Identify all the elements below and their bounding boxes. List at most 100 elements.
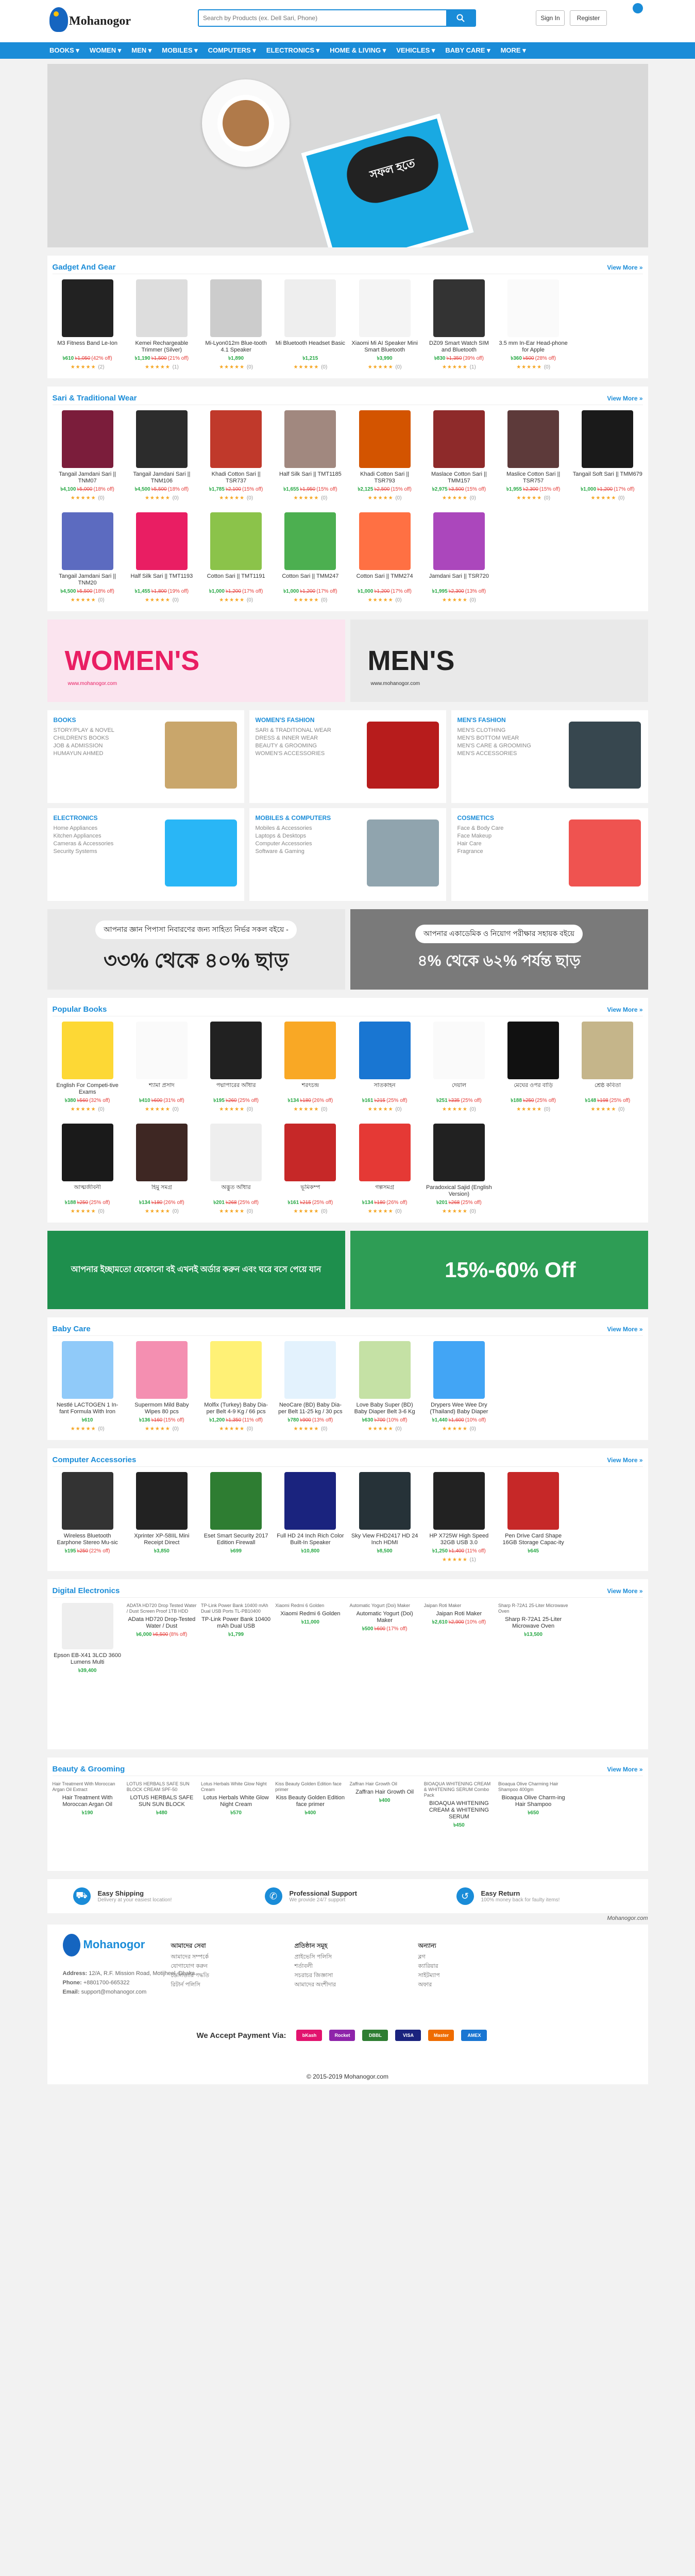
- footer-link[interactable]: যোগাযোগ করুন: [171, 1962, 209, 1971]
- product-image[interactable]: [61, 410, 113, 468]
- product-card[interactable]: BIOAQUA WHITENING CREAM & WHITENING SERU…: [424, 1781, 494, 1828]
- product-card[interactable]: ADATA HD720 Drop Tested Water / Dust Scr…: [127, 1603, 197, 1639]
- product-card[interactable]: Maslice Cotton Sari || TSR757 ৳1,955 ৳2,30…: [498, 410, 568, 502]
- product-card[interactable]: NeoCare (BD) Baby Dia-per Belt 11-25 kg …: [275, 1341, 345, 1433]
- product-image[interactable]: [135, 1341, 188, 1399]
- product-card[interactable]: Epson EB-X41 3LCD 3600 Lumens Multi ৳39,4…: [53, 1603, 123, 1674]
- product-title[interactable]: Eset Smart Security 2017 Edition Firewal…: [201, 1533, 271, 1546]
- product-title[interactable]: Xprinter XP-58IIL Mini Receipt Direct: [127, 1533, 197, 1546]
- product-title[interactable]: Mi-Lyon012m Blue-tooth 4.1 Speaker: [201, 340, 271, 354]
- nav-item[interactable]: MEN ▾: [131, 46, 151, 55]
- product-card[interactable]: Mi-Lyon012m Blue-tooth 4.1 Speaker ৳1,890…: [201, 279, 271, 371]
- gadget-discount-ad[interactable]: 15%-60% Off: [350, 1231, 648, 1309]
- product-title[interactable]: Full HD 24 Inch Rich Color Built-In Spea…: [275, 1533, 345, 1546]
- product-card[interactable]: Drypers Wee Wee Dry (Thailand) Baby Diap…: [424, 1341, 494, 1433]
- product-card[interactable]: 3.5 mm In-Ear Head-phone for Apple ৳360 ৳5…: [498, 279, 568, 371]
- product-title[interactable]: আত্মজীবনী: [53, 1184, 123, 1198]
- search-input[interactable]: [199, 10, 441, 26]
- product-title[interactable]: শ্রেষ্ঠ কবিতা: [572, 1082, 642, 1096]
- product-image[interactable]: [507, 279, 560, 337]
- category-card[interactable]: BOOKS STORY/PLAY & NOVEL CHILDREN'S BOOKS J…: [47, 710, 244, 803]
- product-card[interactable]: Nestlé LACTOGEN 1 In-fant Formula With I…: [53, 1341, 123, 1433]
- product-title[interactable]: পদ্মাপারের আঁধার: [201, 1082, 271, 1096]
- product-image[interactable]: [210, 1341, 262, 1399]
- footer-link[interactable]: আমাদের সম্পর্কে: [171, 1952, 209, 1962]
- product-title[interactable]: Pen Drive Card Shape 16GB Storage Capac-…: [498, 1533, 568, 1546]
- product-card[interactable]: Sharp R-72A1 25-Liter Microwave Oven Shar…: [498, 1603, 568, 1639]
- product-image[interactable]: [284, 512, 336, 570]
- product-card[interactable]: Mi Bluetooth Headset Basic ৳1,215 ★★★★★ (0…: [275, 279, 345, 371]
- product-title[interactable]: TP-Link Power Bank 10400 mAh Dual USB: [201, 1616, 271, 1630]
- product-card[interactable]: শ্যামা প্রসাদ ৳410 ৳600 (31% off) ★★★★★ (0): [127, 1022, 197, 1113]
- product-title[interactable]: Maslice Cotton Sari || TSR757: [498, 471, 568, 484]
- product-image[interactable]: [210, 512, 262, 570]
- product-image[interactable]: [210, 1022, 262, 1079]
- product-title[interactable]: Cotton Sari || TMM247: [275, 573, 345, 587]
- academic-promo-banner[interactable]: আপনার একাডেমিক ও নিয়োগ পরীক্ষার সহায়ক …: [350, 909, 648, 990]
- footer-link[interactable]: প্রাইভেসি পলিসি: [295, 1952, 336, 1962]
- register-button[interactable]: Register: [570, 10, 607, 26]
- category-card[interactable]: MEN'S FASHION MEN'S CLOTHING MEN'S BOTTOM …: [451, 710, 648, 803]
- product-card[interactable]: TP-Link Power Bank 10400 mAh Dual USB Po…: [201, 1603, 271, 1639]
- product-image[interactable]: [135, 279, 188, 337]
- product-image[interactable]: [433, 279, 485, 337]
- product-image[interactable]: [135, 1022, 188, 1079]
- product-card[interactable]: Zaffran Hair Growth Oil Zaffran Hair Grow…: [350, 1781, 420, 1817]
- product-image[interactable]: [135, 410, 188, 468]
- category-card[interactable]: MOBILES & COMPUTERS Mobiles & Accessories…: [249, 808, 446, 901]
- product-image[interactable]: [61, 1341, 113, 1399]
- product-card[interactable]: Full HD 24 Inch Rich Color Built-In Spea…: [275, 1472, 345, 1564]
- product-title[interactable]: Kemei Rechargeable Trimmer (Silver): [127, 340, 197, 354]
- view-more-link[interactable]: View More »: [607, 1326, 642, 1333]
- product-title[interactable]: HP X725W High Speed 32GB USB 3.0: [424, 1533, 494, 1546]
- product-image[interactable]: [582, 410, 634, 468]
- product-title[interactable]: NeoCare (BD) Baby Dia-per Belt 11-25 kg …: [275, 1402, 345, 1415]
- product-card[interactable]: আত্মজীবনী ৳188 ৳250 (25% off) ★★★★★ (0): [53, 1124, 123, 1215]
- mens-banner[interactable]: MEN'S www.mohanogor.com: [350, 620, 648, 702]
- product-title[interactable]: Paradoxical Sajid (English Version): [424, 1184, 494, 1198]
- product-card[interactable]: Khadi Cotton Sari || TSR737 ৳1,785 ৳2,100(…: [201, 410, 271, 502]
- product-card[interactable]: অদ্ভুত আঁধার ৳201 ৳268 (25% off) ★★★★★ (0): [201, 1124, 271, 1215]
- product-image[interactable]: [433, 1472, 485, 1530]
- product-title[interactable]: AData HD720 Drop-Tested Water / Dust: [127, 1616, 197, 1630]
- product-card[interactable]: DZ09 Smart Watch SIM and Bluetooth ৳830 ৳1…: [424, 279, 494, 371]
- email-text[interactable]: support@mohanogor.com: [81, 1989, 147, 1995]
- product-title[interactable]: Tangail Jamdani Sari || TNM07: [53, 471, 123, 484]
- view-more-link[interactable]: View More »: [607, 264, 642, 271]
- product-title[interactable]: শরৎচন্দ্র: [275, 1082, 345, 1096]
- view-more-link[interactable]: View More »: [607, 1457, 642, 1464]
- product-title[interactable]: DZ09 Smart Watch SIM and Bluetooth: [424, 340, 494, 354]
- product-card[interactable]: Cotton Sari || TMT1191 ৳1,000 ৳1,200 (17% o…: [201, 512, 271, 604]
- product-title[interactable]: Zaffran Hair Growth Oil: [350, 1789, 420, 1796]
- product-image[interactable]: [433, 1022, 485, 1079]
- view-more-link[interactable]: View More »: [607, 1587, 642, 1595]
- product-image[interactable]: [359, 1022, 411, 1079]
- product-card[interactable]: শরৎচন্দ্র ৳134 ৳180 (26% off) ★★★★★ (0): [275, 1022, 345, 1113]
- product-image[interactable]: [284, 1124, 336, 1181]
- product-card[interactable]: Tangail Jamdani Sari || TNM07 ৳4,100 ৳5,00…: [53, 410, 123, 502]
- product-title[interactable]: অদ্ভুত আঁধার: [201, 1184, 271, 1198]
- product-card[interactable]: Cotton Sari || TMM274 ৳1,000 ৳1,200 (17% of…: [350, 512, 420, 604]
- product-card[interactable]: শ্রেষ্ঠ কবিতা ৳148 ৳198 (25% off) ★★★★★ (0): [572, 1022, 642, 1113]
- product-title[interactable]: Bioaqua Olive Charm-ing Hair Shampoo: [498, 1795, 568, 1808]
- product-title[interactable]: Lotus Herbals White Glow Night Cream: [201, 1795, 271, 1808]
- product-card[interactable]: মেঘের ওপর বাড়ি ৳188 ৳250 (25% off) ★★★★★ (0…: [498, 1022, 568, 1113]
- footer-link[interactable]: ব্লগ: [418, 1952, 440, 1962]
- view-more-link[interactable]: View More »: [607, 1006, 642, 1013]
- product-image[interactable]: [61, 512, 113, 570]
- product-image[interactable]: [284, 1341, 336, 1399]
- footer-link[interactable]: রিটার্ন পলিসি: [171, 1980, 209, 1989]
- site-logo[interactable]: Mohanogor: [49, 5, 131, 38]
- book-order-ad[interactable]: আপনার ইচ্ছামতো যেকোনো বই এখনই অর্ডার করু…: [47, 1231, 345, 1309]
- product-card[interactable]: Sky View FHD2417 HD 24 Inch HDMI ৳8,500: [350, 1472, 420, 1564]
- product-title[interactable]: Cotton Sari || TMM274: [350, 573, 420, 587]
- footer-link[interactable]: ক্যারিয়ার: [418, 1962, 440, 1971]
- product-image[interactable]: [507, 1022, 560, 1079]
- product-card[interactable]: Half Silk Sari || TMT1193 ৳1,455 ৳1,800 (19…: [127, 512, 197, 604]
- footer-link[interactable]: আমাদের অংশীদার: [295, 1980, 336, 1989]
- view-more-link[interactable]: View More »: [607, 1766, 642, 1773]
- product-image[interactable]: [210, 279, 262, 337]
- category-card[interactable]: WOMEN'S FASHION SARI & TRADITIONAL WEAR DR…: [249, 710, 446, 803]
- product-image[interactable]: [359, 410, 411, 468]
- product-image[interactable]: [433, 410, 485, 468]
